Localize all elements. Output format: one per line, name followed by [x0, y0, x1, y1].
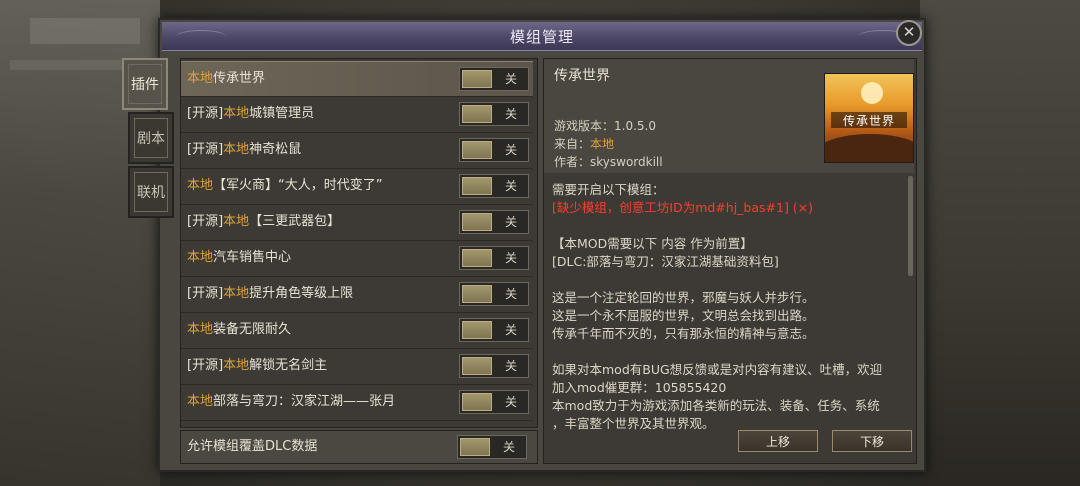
- mod-row[interactable]: 本地汽车销售中心 关: [181, 241, 533, 275]
- thumbnail-caption: 传承世界: [842, 114, 895, 128]
- mod-toggle[interactable]: 关: [459, 246, 529, 270]
- toggle-state: 关: [504, 395, 517, 409]
- mod-detail-panel: 传承世界 游戏版本：1.0.5.0 来自：本地 作者：skyswordkill …: [543, 58, 917, 464]
- desc-line: 这是一个永不屈服的世界，文明总会找到出路。: [552, 308, 815, 323]
- mod-toggle[interactable]: 关: [459, 102, 529, 126]
- detail-header: 传承世界 游戏版本：1.0.5.0 来自：本地 作者：skyswordkill …: [544, 59, 914, 173]
- background-right: [920, 0, 1080, 486]
- toggle-knob: [462, 321, 492, 339]
- mod-toggle[interactable]: 关: [459, 210, 529, 234]
- close-icon: ✕: [902, 23, 916, 41]
- detail-scrollbar[interactable]: [908, 176, 913, 276]
- toggle-knob: [462, 177, 492, 195]
- mod-row[interactable]: [开源]本地提升角色等级上限 关: [181, 277, 533, 311]
- move-up-button[interactable]: 上移: [738, 430, 818, 452]
- mod-toggle[interactable]: 关: [459, 354, 529, 378]
- mod-label: 本地部落与弯刀：汉家江湖——张月: [187, 394, 396, 409]
- tab-plugins-label: 插件: [128, 64, 162, 104]
- detail-mod-name: 传承世界: [554, 68, 610, 84]
- mod-toggle[interactable]: 关: [459, 318, 529, 342]
- desc-line: 加入mod催更群：105855420: [552, 380, 727, 395]
- mod-row[interactable]: [开源]本地【三更武器包】 关: [181, 205, 533, 239]
- mod-label: [开源]本地解锁无名剑主: [187, 358, 328, 373]
- desc-gap: [552, 217, 904, 235]
- desc-line: 如果对本mod有BUG想反馈或是对内容有建议、吐槽，欢迎: [552, 362, 883, 377]
- toggle-knob: [462, 141, 492, 159]
- desc-line: [DLC:部落与弯刀：汉家江湖基础资料包]: [552, 254, 779, 269]
- tab-scripts-label: 剧本: [134, 118, 168, 158]
- toggle-state: 关: [504, 107, 517, 121]
- toggle-state: 关: [504, 251, 517, 265]
- thumbnail-sun: [861, 82, 883, 104]
- tab-scripts[interactable]: 剧本: [128, 112, 174, 164]
- toggle-knob: [462, 105, 492, 123]
- tab-multiplayer[interactable]: 联机: [128, 166, 174, 218]
- mod-label: 本地汽车销售中心: [187, 250, 292, 265]
- mod-label: 本地装备无限耐久: [187, 322, 292, 337]
- desc-line: 【本MOD需要以下 内容 作为前置】: [552, 236, 753, 251]
- mod-list: 本地传承世界 关 [开源]本地城镇管理员 关 [开源]本地神奇松鼠 关 本地【军…: [180, 58, 538, 428]
- toggle-state: 关: [504, 287, 517, 301]
- mod-label: 本地传承世界: [187, 71, 266, 86]
- mod-label: [开源]本地提升角色等级上限: [187, 286, 354, 301]
- toggle-knob: [462, 393, 492, 411]
- toggle-state: 关: [502, 440, 515, 454]
- toggle-knob: [462, 285, 492, 303]
- close-button[interactable]: ✕: [896, 20, 922, 46]
- desc-line: 本mod致力于为游戏添加各类新的玩法、装备、任务、系统: [552, 398, 880, 413]
- mod-row[interactable]: [开源]本地神奇松鼠 关: [181, 133, 533, 167]
- tab-multiplayer-label: 联机: [134, 172, 168, 212]
- allow-dlc-toggle[interactable]: 关: [457, 435, 527, 459]
- mod-toggle[interactable]: 关: [459, 138, 529, 162]
- desc-line: 这是一个注定轮回的世界，邪魔与妖人并步行。: [552, 290, 815, 305]
- mod-label: 本地【军火商】“大人，时代变了”: [187, 178, 383, 193]
- toggle-knob: [462, 213, 492, 231]
- mod-row[interactable]: 本地装备无限耐久 关: [181, 313, 533, 347]
- toggle-state: 关: [504, 215, 517, 229]
- title-bar: 模组管理: [162, 22, 922, 51]
- detail-version: 游戏版本：1.0.5.0: [554, 119, 656, 133]
- toggle-state: 关: [504, 143, 517, 157]
- allow-dlc-label: 允许模组覆盖DLC数据: [187, 439, 318, 454]
- mod-row[interactable]: 本地【军火商】“大人，时代变了” 关: [181, 169, 533, 203]
- detail-author: 作者：skyswordkill: [554, 155, 663, 169]
- detail-source: 来自：本地: [554, 137, 615, 151]
- row-divider: [181, 420, 533, 421]
- thumbnail-dune: [825, 134, 913, 162]
- mod-toggle[interactable]: 关: [459, 390, 529, 414]
- desc-gap: [552, 343, 904, 361]
- move-down-button[interactable]: 下移: [832, 430, 912, 452]
- mod-toggle[interactable]: 关: [459, 67, 529, 91]
- allow-dlc-override-row: 允许模组覆盖DLC数据 关: [180, 430, 538, 464]
- mod-row[interactable]: [开源]本地解锁无名剑主 关: [181, 349, 533, 383]
- mod-toggle[interactable]: 关: [459, 174, 529, 198]
- mod-label: [开源]本地神奇松鼠: [187, 142, 302, 157]
- mod-thumbnail: 传承世界: [824, 73, 914, 163]
- mod-toggle[interactable]: 关: [459, 282, 529, 306]
- toggle-knob: [460, 438, 490, 456]
- mod-label: [开源]本地城镇管理员: [187, 106, 315, 121]
- toggle-knob: [462, 357, 492, 375]
- detail-description: 需要开启以下模组： [缺少模组，创意工坊ID为md#hj_bas#1] (×) …: [552, 181, 904, 433]
- toggle-knob: [462, 70, 492, 88]
- dialog-title: 模组管理: [509, 28, 574, 46]
- background-decoration: [30, 18, 140, 44]
- missing-mod-warning[interactable]: [缺少模组，创意工坊ID为md#hj_bas#1] (×): [552, 199, 904, 217]
- desc-line: 传承千年而不灭的，只有那永恒的精神与意志。: [552, 326, 815, 341]
- mod-row[interactable]: 本地部落与弯刀：汉家江湖——张月 关: [181, 385, 533, 419]
- tab-plugins[interactable]: 插件: [122, 58, 168, 110]
- toggle-state: 关: [504, 323, 517, 337]
- toggle-knob: [462, 249, 492, 267]
- mod-row[interactable]: 本地传承世界 关: [181, 61, 533, 97]
- toggle-state: 关: [504, 179, 517, 193]
- toggle-state: 关: [504, 72, 517, 86]
- mod-row[interactable]: [开源]本地城镇管理员 关: [181, 97, 533, 131]
- toggle-state: 关: [504, 359, 517, 373]
- desc-line: 需要开启以下模组：: [552, 182, 665, 197]
- mod-label: [开源]本地【三更武器包】: [187, 214, 341, 229]
- desc-gap: [552, 271, 904, 289]
